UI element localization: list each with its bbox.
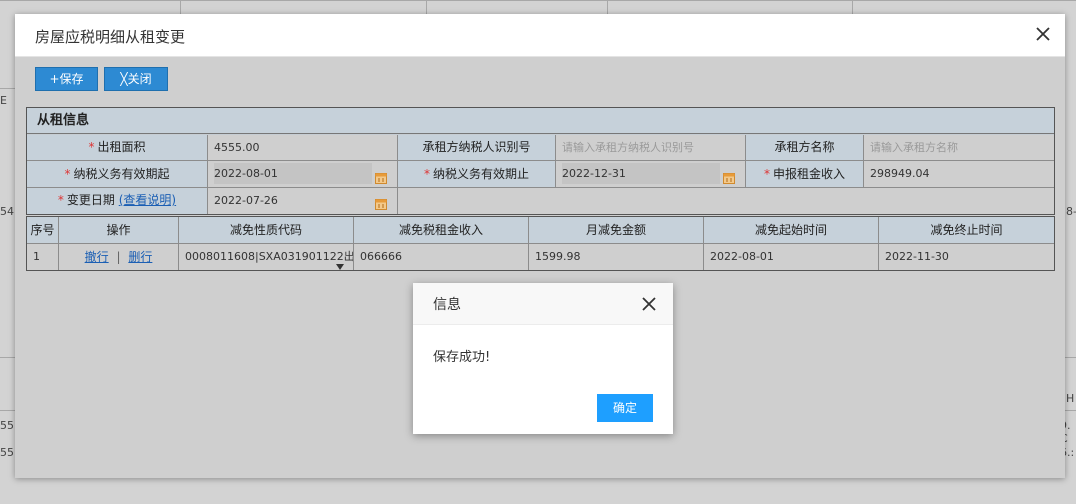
reduction-end-field[interactable]: 2022-11-30 <box>879 244 1054 270</box>
dialog-title: 房屋应税明细从租变更 <box>35 28 186 46</box>
close-icon[interactable] <box>640 295 658 313</box>
rent-area-label: * 出租面积 <box>27 135 208 161</box>
undo-row-link[interactable]: 撤行 <box>85 250 109 264</box>
calendar-icon[interactable] <box>723 168 735 184</box>
reduction-income-field[interactable]: 066666 <box>354 244 529 270</box>
label-text: 申报租金收入 <box>772 167 845 181</box>
empty-cell <box>398 188 1054 214</box>
tax-start-date-field[interactable]: 2022-08-01 <box>208 161 398 188</box>
required-mark: * <box>423 167 430 181</box>
message-text: 保存成功! <box>433 350 491 365</box>
lessee-name-input[interactable]: 请输入承租方名称 <box>864 135 1054 161</box>
bg-grid-line <box>0 410 15 411</box>
bg-grid-line <box>0 357 15 358</box>
monthly-reduction-field[interactable]: 1599.98 <box>529 244 704 270</box>
reduction-start-field[interactable]: 2022-08-01 <box>704 244 879 270</box>
reduction-grid: 序号 操作 减免性质代码 减免税租金收入 月减免金额 减免起始时间 减免终止时间… <box>26 216 1055 271</box>
rent-area-field[interactable]: 4555.00 <box>208 135 398 161</box>
required-mark: * <box>763 167 770 181</box>
label-text: 变更日期 <box>66 193 115 207</box>
reduction-code-select[interactable]: 0008011608|SXA031901122出 <box>179 244 354 270</box>
info-message-dialog: 信息 保存成功! 确定 <box>413 283 673 434</box>
rent-income-field[interactable]: 298949.04 <box>864 161 1054 188</box>
bg-grid-line <box>180 0 181 14</box>
bg-grid-line <box>1065 410 1076 411</box>
bg-text: H <box>1066 392 1075 405</box>
change-date-field[interactable]: 2022-07-26 <box>208 188 398 214</box>
message-header: 信息 <box>413 283 673 325</box>
close-button[interactable]: ╳关闭 <box>104 67 168 91</box>
change-date-label: * 变更日期 (查看说明) <box>27 188 208 214</box>
lessee-name-label: 承租方名称 <box>746 135 864 161</box>
lessee-taxid-input[interactable]: 请输入承租方纳税人识别号 <box>556 135 746 161</box>
bg-text: 54 <box>0 205 14 218</box>
message-title: 信息 <box>433 297 461 313</box>
label-text: 出租面积 <box>97 140 146 154</box>
required-mark: * <box>57 193 64 207</box>
label-text: 纳税义务有效期止 <box>432 167 529 181</box>
date-value: 2022-08-01 <box>214 163 372 184</box>
label-text: 纳税义务有效期起 <box>73 167 170 181</box>
tax-end-date-field[interactable]: 2022-12-31 <box>556 161 746 188</box>
tax-start-label: * 纳税义务有效期起 <box>27 161 208 188</box>
rent-income-label: * 申报租金收入 <box>746 161 864 188</box>
select-value: 0008011608|SXA031901122出 <box>185 250 354 263</box>
lessee-taxid-label: 承租方纳税人识别号 <box>398 135 556 161</box>
column-header: 月减免金额 <box>529 217 704 244</box>
date-value: 2022-07-26 <box>214 194 278 207</box>
dropdown-arrow-icon[interactable] <box>336 254 344 270</box>
column-header: 减免税租金收入 <box>354 217 529 244</box>
view-explanation-link[interactable]: (查看说明) <box>119 193 176 207</box>
dialog-header: 房屋应税明细从租变更 <box>15 14 1065 57</box>
date-value: 2022-12-31 <box>562 163 720 184</box>
close-icon[interactable] <box>1033 24 1053 44</box>
delete-row-link[interactable]: 删行 <box>128 250 152 264</box>
bg-grid-line <box>0 88 15 89</box>
column-header: 序号 <box>27 217 59 244</box>
bg-grid-line <box>0 0 1076 1</box>
row-index: 1 <box>27 244 59 270</box>
bg-grid-line <box>1065 357 1076 358</box>
save-button[interactable]: +保存 <box>35 67 98 91</box>
bg-grid-line <box>607 0 608 14</box>
required-mark: * <box>64 167 71 181</box>
section-title: 从租信息 <box>27 108 1054 134</box>
column-header: 减免终止时间 <box>879 217 1054 244</box>
separator: | <box>116 250 121 264</box>
column-header: 减免性质代码 <box>179 217 354 244</box>
bg-text: 8- <box>1066 205 1076 218</box>
calendar-icon[interactable] <box>375 168 387 184</box>
bg-text: E <box>0 94 7 107</box>
tax-end-label: * 纳税义务有效期止 <box>398 161 556 188</box>
row-actions: 撤行 | 删行 <box>59 244 179 270</box>
required-mark: * <box>88 140 95 154</box>
column-header: 减免起始时间 <box>704 217 879 244</box>
bg-grid-line <box>426 0 427 14</box>
column-header: 操作 <box>59 217 179 244</box>
ok-button[interactable]: 确定 <box>597 394 653 422</box>
rent-info-form: 从租信息 * 出租面积 4555.00 承租方纳税人识别号 请输入承租方纳税人识别… <box>26 107 1055 215</box>
bg-text: 55 <box>0 419 14 432</box>
bg-text: 55 <box>0 446 14 459</box>
bg-grid-line <box>852 0 853 14</box>
calendar-icon[interactable] <box>375 194 387 210</box>
